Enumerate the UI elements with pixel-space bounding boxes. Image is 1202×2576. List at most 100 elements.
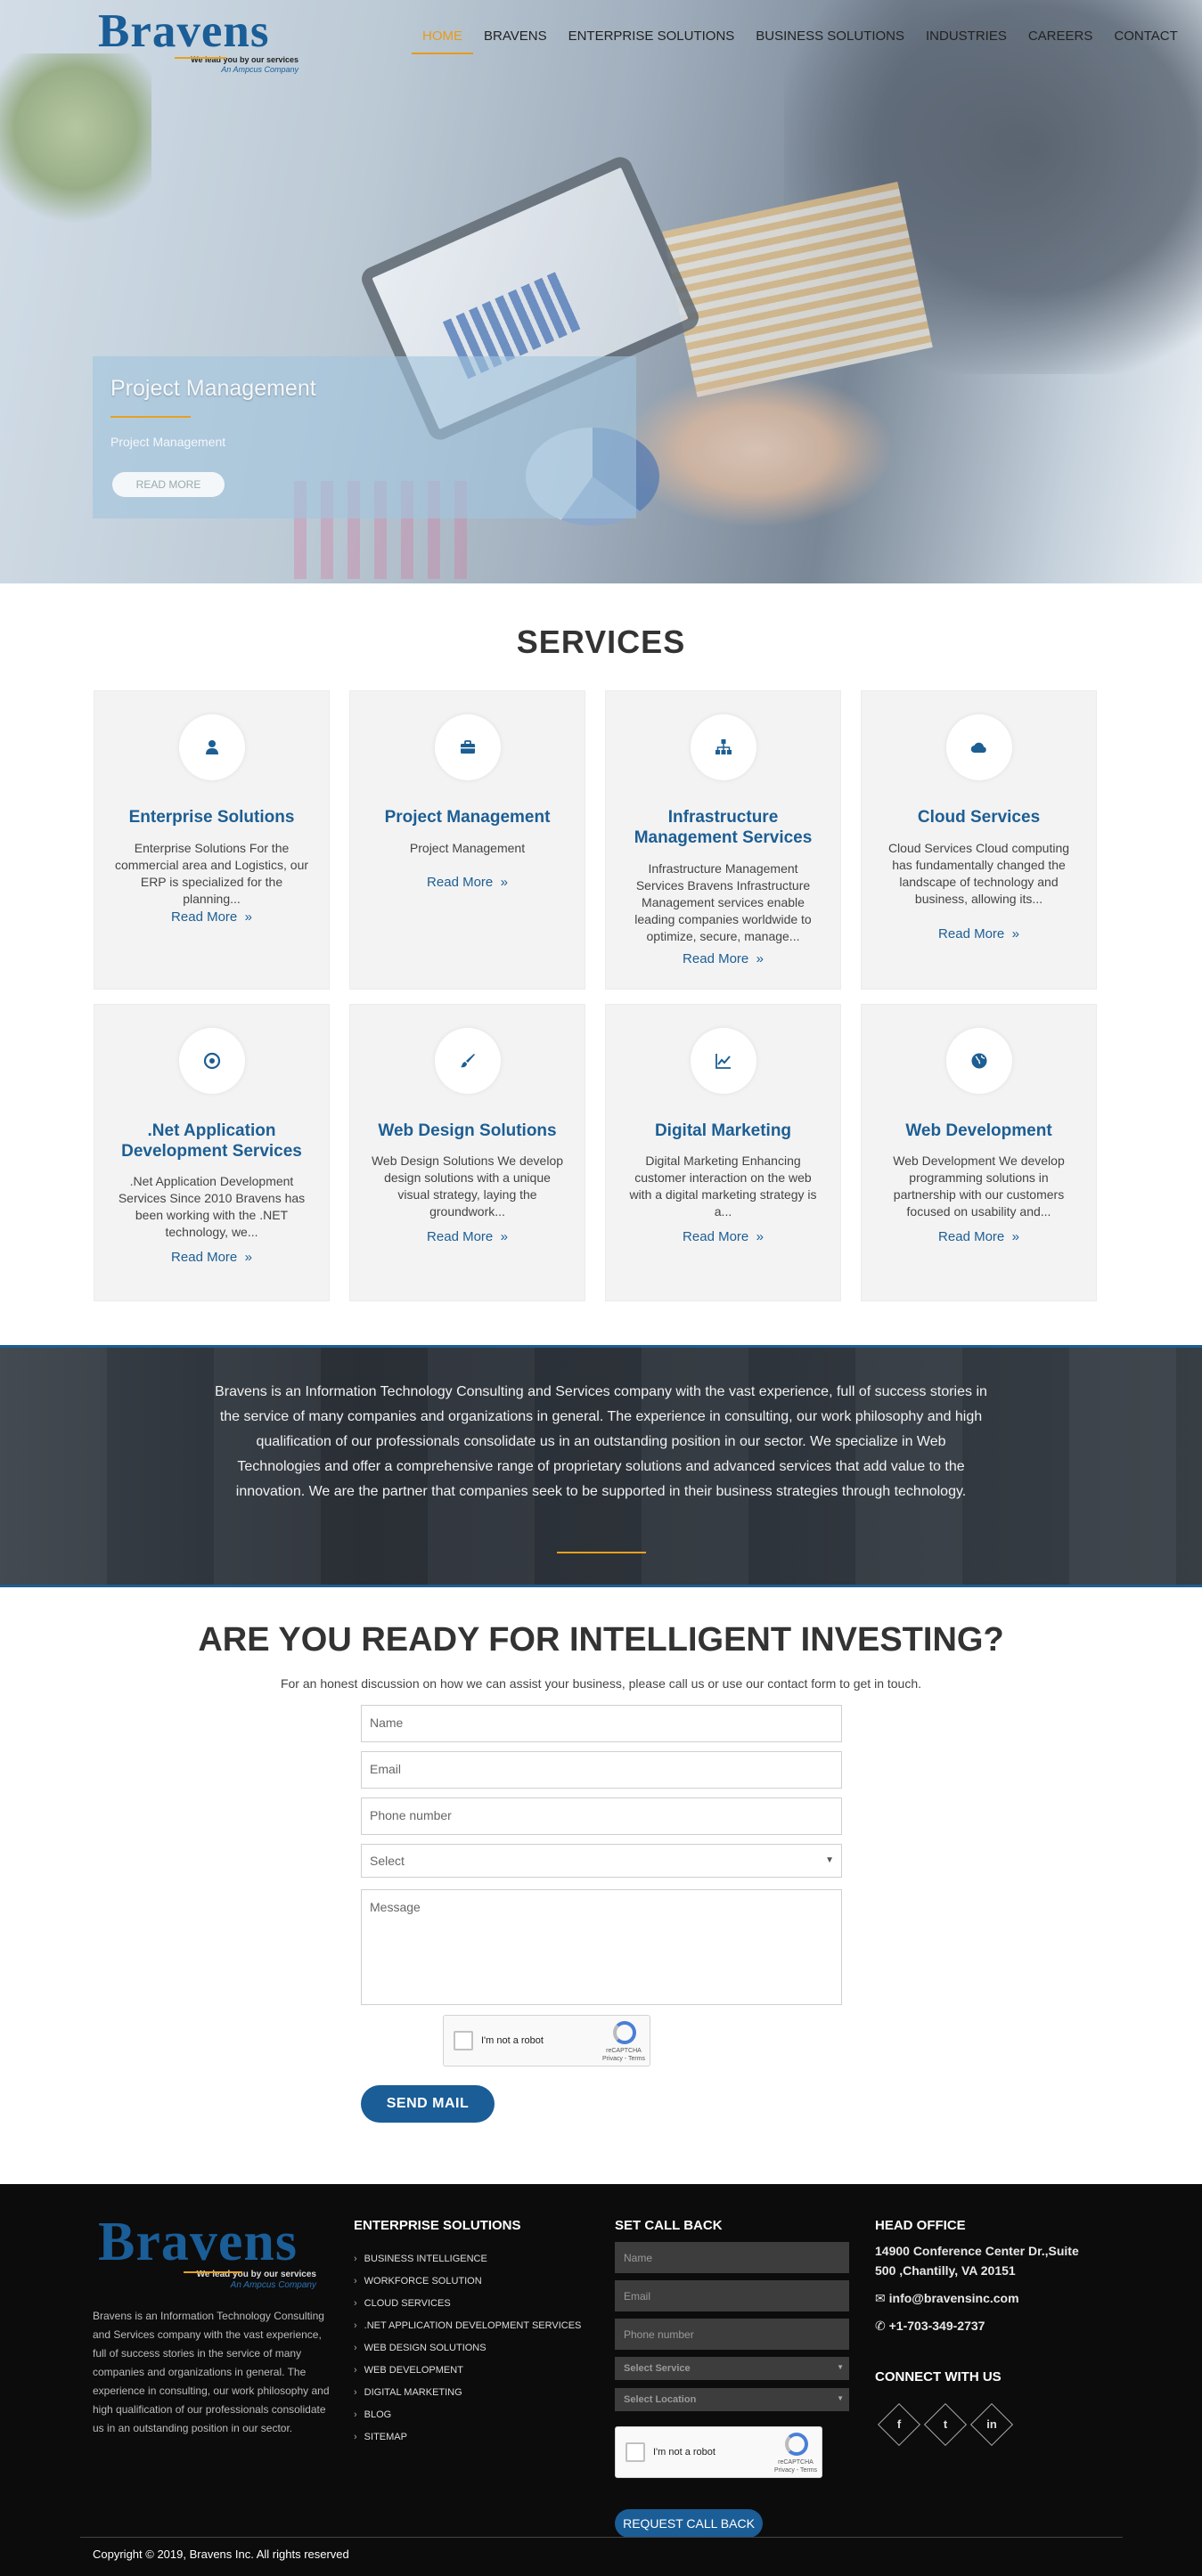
nav-business-solutions[interactable]: BUSINESS SOLUTIONS (745, 27, 915, 60)
recaptcha-logo-icon (785, 2433, 808, 2456)
callback-email-input[interactable]: Email (615, 2280, 849, 2311)
service-card-web-development[interactable]: Web Development Web Development We devel… (861, 1004, 1097, 1301)
twitter-label: t (943, 2417, 948, 2431)
copyright: Copyright © 2019, Bravens Inc. All right… (93, 2547, 349, 2561)
footer-links: › BUSINESS INTELLIGENCE › WORKFORCE SOLUTI… (354, 2248, 581, 2449)
email-input[interactable]: Email (361, 1751, 842, 1789)
double-chevron-right-icon: » (496, 1229, 508, 1244)
footer-link-label: CLOUD SERVICES (364, 2298, 451, 2309)
recaptcha-terms[interactable]: Privacy - Terms (597, 2056, 650, 2062)
slide-caption: Project Management Project Management RE… (93, 356, 636, 518)
service-card-enterprise-solutions[interactable]: Enterprise Solutions Enterprise Solution… (94, 690, 330, 990)
service-card-cloud-services[interactable]: Cloud Services Cloud Services Cloud comp… (861, 690, 1097, 990)
callback-name-input[interactable]: Name (615, 2242, 849, 2273)
message-placeholder: Message (370, 1900, 421, 1914)
service-read-more-link[interactable]: Read More » (862, 926, 1096, 942)
cloud-icon (970, 742, 986, 754)
service-read-more-link[interactable]: Read More » (606, 951, 840, 966)
target-icon (203, 1052, 221, 1070)
slide-read-more-button[interactable]: READ MORE (112, 472, 225, 497)
brush-icon (461, 1054, 475, 1068)
chevron-right-icon: › (354, 2387, 357, 2398)
service-card-digital-marketing[interactable]: Digital Marketing Digital Marketing Enha… (605, 1004, 841, 1301)
callback-location-value: Select Location (624, 2394, 697, 2405)
footer-enterprise-heading: ENTERPRISE SOLUTIONS (354, 2218, 521, 2233)
service-read-more-link[interactable]: Read More » (862, 1229, 1096, 1244)
service-card-infrastructure-management[interactable]: Infrastructure Management Services Infra… (605, 690, 841, 990)
callback-service-value: Select Service (624, 2363, 691, 2374)
footer-link-label: WEB DEVELOPMENT (364, 2365, 463, 2376)
callback-phone-input[interactable]: Phone number (615, 2319, 849, 2350)
slide-divider (110, 416, 191, 418)
footer-link[interactable]: › SITEMAP (354, 2426, 581, 2449)
service-title: Enterprise Solutions (128, 808, 295, 827)
recaptcha-checkbox[interactable] (454, 2031, 473, 2050)
service-card-web-design-solutions[interactable]: Web Design Solutions Web Design Solution… (349, 1004, 585, 1301)
service-read-more-link[interactable]: Read More » (94, 1250, 329, 1265)
footer-link[interactable]: › WEB DEVELOPMENT (354, 2360, 581, 2382)
message-textarea[interactable]: Message (361, 1889, 842, 2005)
recaptcha-terms[interactable]: Privacy - Terms (769, 2467, 822, 2474)
service-title: Project Management (384, 808, 551, 827)
footer-link-label: SITEMAP (364, 2432, 407, 2442)
nav-home[interactable]: HOME (412, 27, 473, 60)
footer-link[interactable]: › WORKFORCE SOLUTION (354, 2270, 581, 2293)
double-chevron-right-icon: » (1008, 1229, 1019, 1244)
footer-logo-subtag: An Ampcus Company (230, 2280, 316, 2290)
office-email[interactable]: ✉ info@bravensinc.com (875, 2288, 1019, 2308)
contact-heading: ARE YOU READY FOR INTELLIGENT INVESTING? (198, 1621, 1004, 1659)
nav-careers[interactable]: CAREERS (1018, 27, 1104, 60)
connect-heading: CONNECT WITH US (875, 2369, 1002, 2384)
slide-subtitle: Project Management (110, 435, 226, 449)
service-description: Digital Marketing Enhancing customer int… (629, 1153, 817, 1219)
send-mail-button[interactable]: SEND MAIL (361, 2085, 495, 2123)
service-icon-circle (946, 1028, 1012, 1094)
office-address-line1: 14900 Conference Center Dr.,Suite (875, 2244, 1079, 2258)
double-chevron-right-icon: » (241, 909, 252, 925)
callback-service-select[interactable]: Select Service ▼ (615, 2357, 849, 2380)
footer-link[interactable]: › BLOG (354, 2404, 581, 2426)
email-placeholder: Email (370, 1762, 402, 1776)
nav-industries[interactable]: INDUSTRIES (915, 27, 1018, 60)
footer-link[interactable]: › DIGITAL MARKETING (354, 2382, 581, 2404)
nav-bravens[interactable]: BRAVENS (473, 27, 558, 60)
service-read-more-link[interactable]: Read More » (350, 875, 585, 890)
footer-link[interactable]: › .NET APPLICATION DEVELOPMENT SERVICES (354, 2315, 581, 2337)
footer-logo-wordmark: Bravens (98, 2212, 298, 2272)
recaptcha-label: I'm not a robot (481, 2035, 544, 2046)
footer-link[interactable]: › WEB DESIGN SOLUTIONS (354, 2337, 581, 2360)
nav-contact[interactable]: CONTACT (1103, 27, 1188, 60)
service-card-net-application-development[interactable]: .Net Application Development Services .N… (94, 1004, 330, 1301)
phone-input[interactable]: Phone number (361, 1797, 842, 1835)
services-heading: SERVICES (516, 624, 686, 660)
name-input[interactable]: Name (361, 1705, 842, 1742)
footer-link[interactable]: › CLOUD SERVICES (354, 2293, 581, 2315)
briefcase-icon (461, 740, 475, 754)
footer-logo[interactable]: Bravens We lead you by our services An A… (98, 2214, 316, 2291)
callback-location-select[interactable]: Select Location ▼ (615, 2388, 849, 2411)
service-icon-circle (691, 1028, 756, 1094)
service-description: Web Development We develop programming s… (893, 1153, 1065, 1219)
service-card-project-management[interactable]: Project Management Project Management Re… (349, 690, 585, 990)
read-more-label: Read More (683, 951, 749, 966)
recaptcha-logo-icon (613, 2021, 636, 2044)
office-phone[interactable]: ✆ +1-703-349-2737 (875, 2316, 985, 2336)
service-title: Digital Marketing (654, 1121, 792, 1140)
footer-link[interactable]: › BUSINESS INTELLIGENCE (354, 2248, 581, 2270)
service-select[interactable]: Select ▼ (361, 1844, 842, 1878)
about-band: Bravens is an Information Technology Con… (0, 1345, 1202, 1587)
nav-enterprise-solutions[interactable]: ENTERPRISE SOLUTIONS (558, 27, 746, 60)
chevron-right-icon: › (354, 2276, 357, 2287)
recaptcha-checkbox[interactable] (626, 2442, 645, 2462)
service-title: Infrastructure Management Services (634, 808, 813, 847)
callback-email-placeholder: Email (624, 2290, 651, 2303)
recaptcha-widget: I'm not a robot reCAPTCHA Privacy - Term… (443, 2015, 650, 2067)
caret-down-icon: ▼ (837, 2394, 844, 2402)
request-call-back-button[interactable]: REQUEST CALL BACK (615, 2509, 763, 2538)
callback-heading: SET CALL BACK (615, 2218, 723, 2233)
site-logo[interactable]: Bravens We lead you by our services An A… (98, 7, 298, 75)
service-read-more-link[interactable]: Read More » (94, 909, 329, 925)
service-icon-circle (179, 714, 245, 780)
service-read-more-link[interactable]: Read More » (350, 1229, 585, 1244)
service-read-more-link[interactable]: Read More » (606, 1229, 840, 1244)
